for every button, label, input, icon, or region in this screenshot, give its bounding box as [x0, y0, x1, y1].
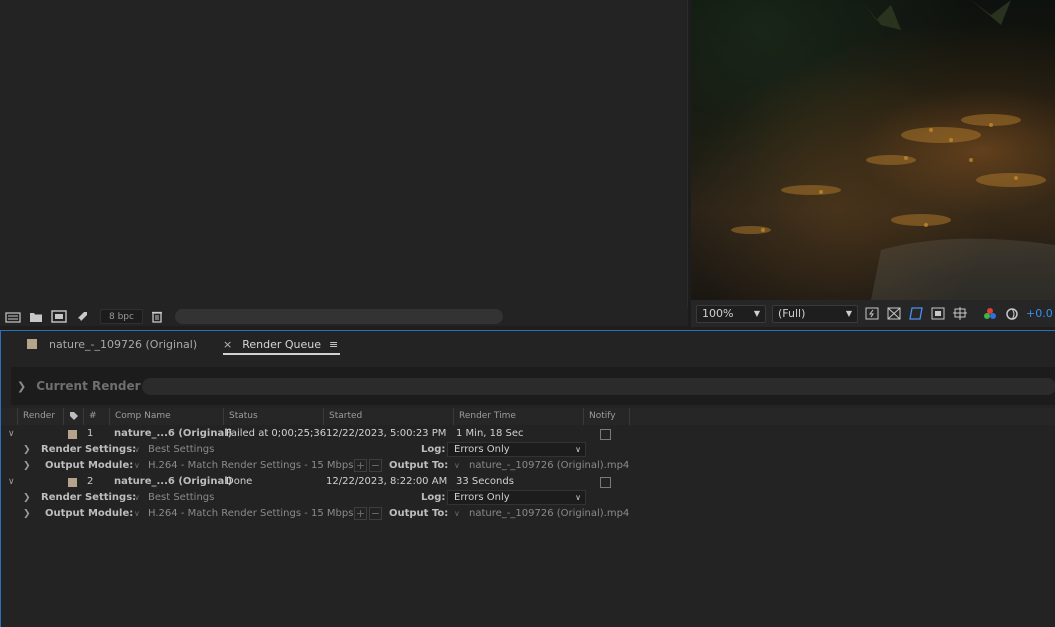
- log-select[interactable]: Errors Only ∨: [447, 442, 586, 457]
- chevron-down-icon[interactable]: ∨: [134, 442, 140, 458]
- chevron-down-icon[interactable]: ∨: [454, 506, 460, 522]
- close-icon[interactable]: ×: [223, 338, 232, 351]
- trash-icon[interactable]: [148, 309, 166, 325]
- output-module-value[interactable]: H.264 - Match Render Settings - 15 Mbps: [148, 458, 353, 474]
- column-number[interactable]: #: [83, 408, 109, 425]
- chevron-right-icon[interactable]: ❯: [23, 490, 31, 506]
- output-to-value[interactable]: nature_-_109726 (Original).mp4: [469, 458, 629, 474]
- tab-composition[interactable]: nature_-_109726 (Original): [27, 338, 197, 351]
- render-queue-panel: nature_-_109726 (Original) × Render Queu…: [0, 330, 1055, 627]
- comp-name: nature_...6 (Original): [114, 428, 233, 439]
- started-time: 12/22/2023, 5:00:23 PM: [326, 428, 447, 439]
- render-time: 1 Min, 18 Sec: [456, 428, 524, 439]
- chevron-right-icon[interactable]: ❯: [23, 458, 31, 474]
- render-settings-label: Render Settings:: [41, 492, 137, 503]
- chevron-right-icon[interactable]: ❯: [23, 506, 31, 522]
- render-settings-value[interactable]: Best Settings: [148, 442, 214, 458]
- current-render-bar[interactable]: ❯ Current Render: [11, 367, 1055, 405]
- region-of-interest-icon[interactable]: [908, 306, 924, 322]
- output-module-label: Output Module:: [45, 460, 134, 471]
- exposure-value[interactable]: +0.0: [1026, 307, 1053, 320]
- zoom-select[interactable]: 100% ▼: [696, 304, 766, 323]
- panel-menu-icon[interactable]: ≡: [329, 338, 338, 351]
- chevron-down-icon[interactable]: ∨: [8, 426, 15, 442]
- render-time: 33 Seconds: [456, 476, 514, 487]
- status-text: Done: [226, 476, 253, 487]
- chevron-down-icon[interactable]: ∨: [134, 458, 140, 474]
- chevron-down-icon[interactable]: ∨: [134, 490, 140, 506]
- forest-floor-image: [731, 0, 1055, 300]
- current-render-label: Current Render: [36, 379, 141, 393]
- status-text: Failed at 0;00;25;36: [226, 428, 327, 439]
- label-color-swatch: [27, 339, 37, 349]
- chevron-down-icon: ▼: [845, 309, 852, 318]
- folder-icon[interactable]: [27, 309, 45, 325]
- tab-render-queue[interactable]: × Render Queue ≡: [223, 335, 341, 355]
- started-time: 12/22/2023, 8:22:00 AM: [326, 476, 448, 487]
- output-module-value[interactable]: H.264 - Match Render Settings - 15 Mbps: [148, 506, 353, 522]
- render-settings-row: ❯ Render Settings: ∨ Best Settings Log: …: [1, 442, 1055, 458]
- output-to-value[interactable]: nature_-_109726 (Original).mp4: [469, 506, 629, 522]
- resolution-select[interactable]: (Full) ▼: [772, 304, 858, 323]
- output-module-row: ❯ Output Module: ∨ H.264 - Match Render …: [1, 506, 1055, 522]
- chevron-down-icon[interactable]: ∨: [454, 458, 460, 474]
- column-status[interactable]: Status: [223, 408, 323, 425]
- render-rocket-icon[interactable]: [73, 309, 91, 325]
- render-settings-value[interactable]: Best Settings: [148, 490, 214, 506]
- chevron-down-icon: ∨: [575, 444, 581, 454]
- comp-name: nature_...6 (Original): [114, 476, 233, 487]
- log-select[interactable]: Errors Only ∨: [447, 490, 586, 505]
- panel-tabs: nature_-_109726 (Original) × Render Queu…: [1, 331, 1055, 357]
- render-settings-row: ❯ Render Settings: ∨ Best Settings Log: …: [1, 490, 1055, 506]
- output-module-row: ❯ Output Module: ∨ H.264 - Match Render …: [1, 458, 1055, 474]
- chevron-down-icon: ▼: [753, 309, 760, 318]
- output-module-label: Output Module:: [45, 508, 134, 519]
- color-channels-icon[interactable]: [982, 306, 998, 322]
- reset-exposure-icon[interactable]: [1004, 306, 1020, 322]
- add-output-module-icon[interactable]: +: [354, 507, 367, 520]
- chevron-down-icon[interactable]: ∨: [8, 474, 15, 490]
- item-number: 1: [87, 428, 94, 439]
- column-notify[interactable]: Notify: [583, 408, 629, 425]
- log-label: Log:: [421, 444, 446, 455]
- chevron-right-icon[interactable]: ❯: [23, 442, 31, 458]
- column-comp-name[interactable]: Comp Name: [109, 408, 223, 425]
- column-started[interactable]: Started: [323, 408, 453, 425]
- project-panel: [0, 0, 688, 326]
- chevron-down-icon[interactable]: ∨: [134, 506, 140, 522]
- label-color-swatch[interactable]: [68, 430, 77, 439]
- bit-depth-button[interactable]: 8 bpc: [100, 309, 143, 324]
- output-to-label: Output To:: [389, 460, 449, 471]
- composition-icon[interactable]: [50, 309, 68, 325]
- grid-guides-icon[interactable]: [952, 306, 968, 322]
- column-render[interactable]: Render: [17, 408, 63, 425]
- remove-output-module-icon[interactable]: −: [369, 507, 382, 520]
- project-scrollbar[interactable]: [175, 309, 503, 324]
- render-settings-label: Render Settings:: [41, 444, 137, 455]
- remove-output-module-icon[interactable]: −: [369, 459, 382, 472]
- item-number: 2: [87, 476, 94, 487]
- chevron-down-icon: ∨: [575, 492, 581, 502]
- render-item-row[interactable]: ∨ 2 nature_...6 (Original) Done 12/22/20…: [1, 474, 1055, 490]
- transparency-grid-icon[interactable]: [886, 306, 902, 322]
- render-progress-bar: [142, 378, 1055, 395]
- add-output-module-icon[interactable]: +: [354, 459, 367, 472]
- label-color-swatch[interactable]: [68, 478, 77, 487]
- notify-checkbox[interactable]: [600, 429, 611, 440]
- render-item-row[interactable]: ∨ 1 nature_...6 (Original) Failed at 0;0…: [1, 426, 1055, 442]
- composition-viewer[interactable]: [691, 0, 1055, 300]
- interpret-footage-icon[interactable]: [4, 309, 22, 325]
- output-to-label: Output To:: [389, 508, 449, 519]
- column-render-time[interactable]: Render Time: [453, 408, 583, 425]
- notify-checkbox[interactable]: [600, 477, 611, 488]
- chevron-right-icon[interactable]: ❯: [17, 380, 26, 393]
- viewer-toolbar: 100% ▼ (Full) ▼ +0.0: [691, 300, 1055, 327]
- log-label: Log:: [421, 492, 446, 503]
- render-queue-header: Render # Comp Name Status Started Render…: [1, 408, 1055, 425]
- column-label[interactable]: [63, 408, 83, 425]
- tag-icon: [70, 412, 78, 420]
- safe-margins-icon[interactable]: [930, 306, 946, 322]
- fast-previews-icon[interactable]: [864, 306, 880, 322]
